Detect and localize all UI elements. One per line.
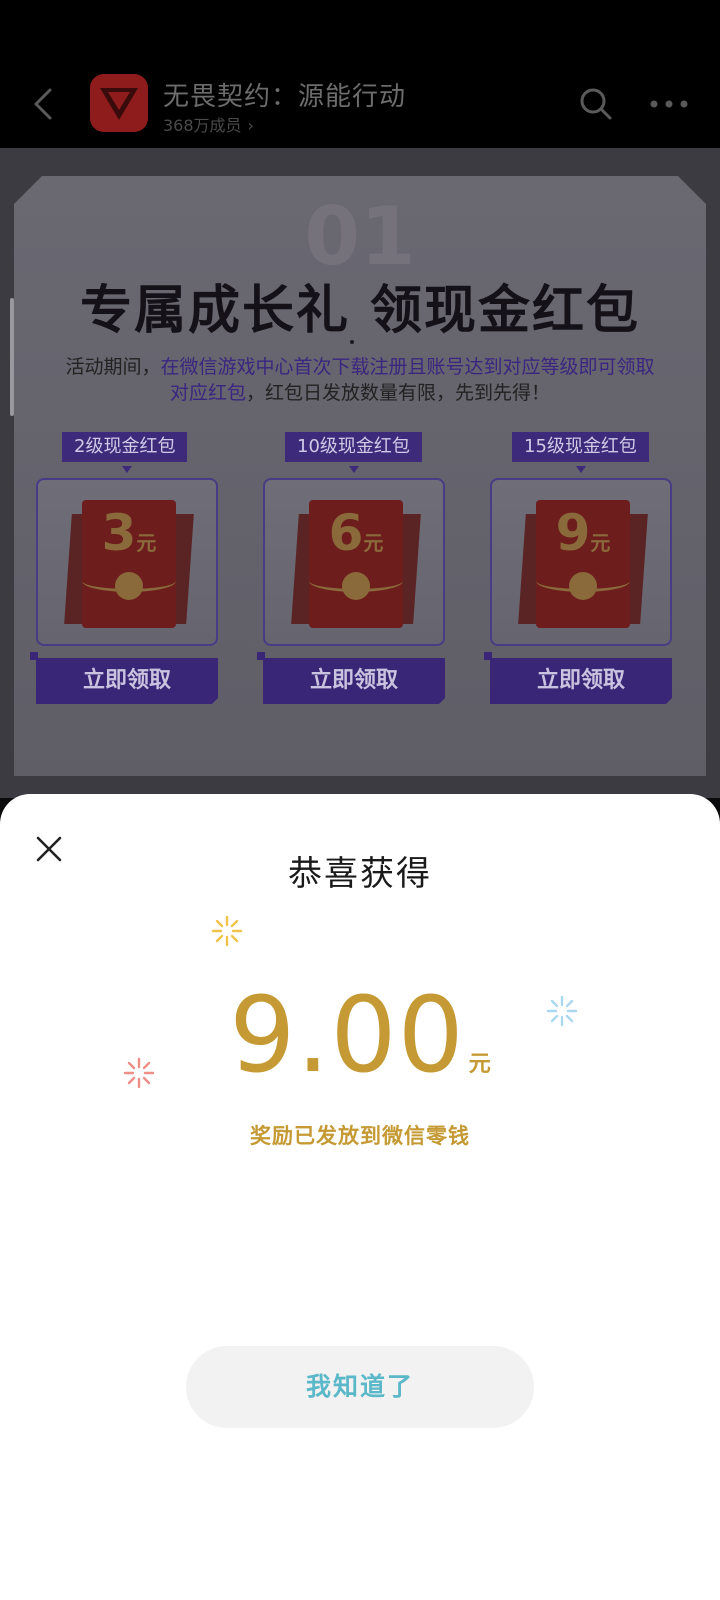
red-envelope-icon: 9元 [536, 500, 630, 628]
top-bar: 无畏契约：源能行动 368万成员 › [0, 0, 720, 148]
tag-arrow-icon [122, 466, 132, 473]
tag-arrow-icon [349, 466, 359, 473]
more-icon[interactable] [648, 94, 690, 114]
modal-title: 恭喜获得 [288, 854, 432, 894]
search-icon[interactable] [578, 86, 614, 122]
app-title: 无畏契约：源能行动 [163, 82, 407, 112]
envelope-seal-icon [342, 572, 370, 600]
app-logo[interactable] [90, 74, 148, 132]
claim-button[interactable]: 立即领取 [490, 658, 672, 704]
reward-card: 2级现金红包 3元 立即领取 [30, 432, 218, 712]
claim-button[interactable]: 立即领取 [263, 658, 445, 704]
envelope-seal-icon [115, 572, 143, 600]
section-number: 01 [304, 190, 416, 283]
claim-button[interactable]: 立即领取 [36, 658, 218, 704]
reward-box: 9元 [490, 478, 672, 646]
reward-card: 10级现金红包 6元 立即领取 [257, 432, 445, 712]
red-envelope-icon: 6元 [309, 500, 403, 628]
desc-prefix: 活动期间， [65, 356, 161, 378]
promo-page: 01 专属成长礼 领现金红包 活动期间，在微信游戏中心首次下载注册且账号达到对应… [0, 148, 720, 798]
reward-level-tag: 2级现金红包 [62, 432, 188, 462]
envelope-seal-icon [569, 572, 597, 600]
reward-modal: 恭喜获得 9.00 元 奖励已发放到微信零钱 我知道了 [0, 794, 720, 1600]
sparkle-icon [211, 915, 243, 947]
envelope-amount: 3元 [101, 504, 157, 562]
amount-value: 9.00 [229, 974, 465, 1096]
reward-amount: 9.00 元 [0, 974, 720, 1096]
red-envelope-icon: 3元 [82, 500, 176, 628]
reward-list: 2级现金红包 3元 立即领取 10级现金红包 6元 立即领取 15级现金红包 9… [30, 432, 684, 712]
reward-level-tag: 15级现金红包 [512, 432, 649, 462]
reward-box: 6元 [263, 478, 445, 646]
members-label: 368万成员 [163, 116, 242, 135]
reward-box: 3元 [36, 478, 218, 646]
acknowledge-button[interactable]: 我知道了 [186, 1346, 534, 1428]
title-divider-dot [350, 340, 354, 344]
desc-suffix: ，红包日发放数量有限，先到先得！ [246, 382, 551, 404]
back-icon[interactable] [26, 84, 62, 124]
chevron-right-icon: › [247, 116, 254, 135]
promo-description: 活动期间，在微信游戏中心首次下载注册且账号达到对应等级即可领取对应红包，红包日发… [60, 354, 660, 406]
envelope-amount: 6元 [328, 504, 384, 562]
envelope-amount: 9元 [555, 504, 611, 562]
reward-card: 15级现金红包 9元 立即领取 [484, 432, 672, 712]
tag-arrow-icon [576, 466, 586, 473]
members-count[interactable]: 368万成员 › [163, 112, 254, 136]
promo-title: 专属成长礼 领现金红包 [79, 281, 641, 341]
reward-level-tag: 10级现金红包 [285, 432, 422, 462]
reward-note: 奖励已发放到微信零钱 [250, 1123, 470, 1148]
amount-unit: 元 [468, 1051, 491, 1077]
